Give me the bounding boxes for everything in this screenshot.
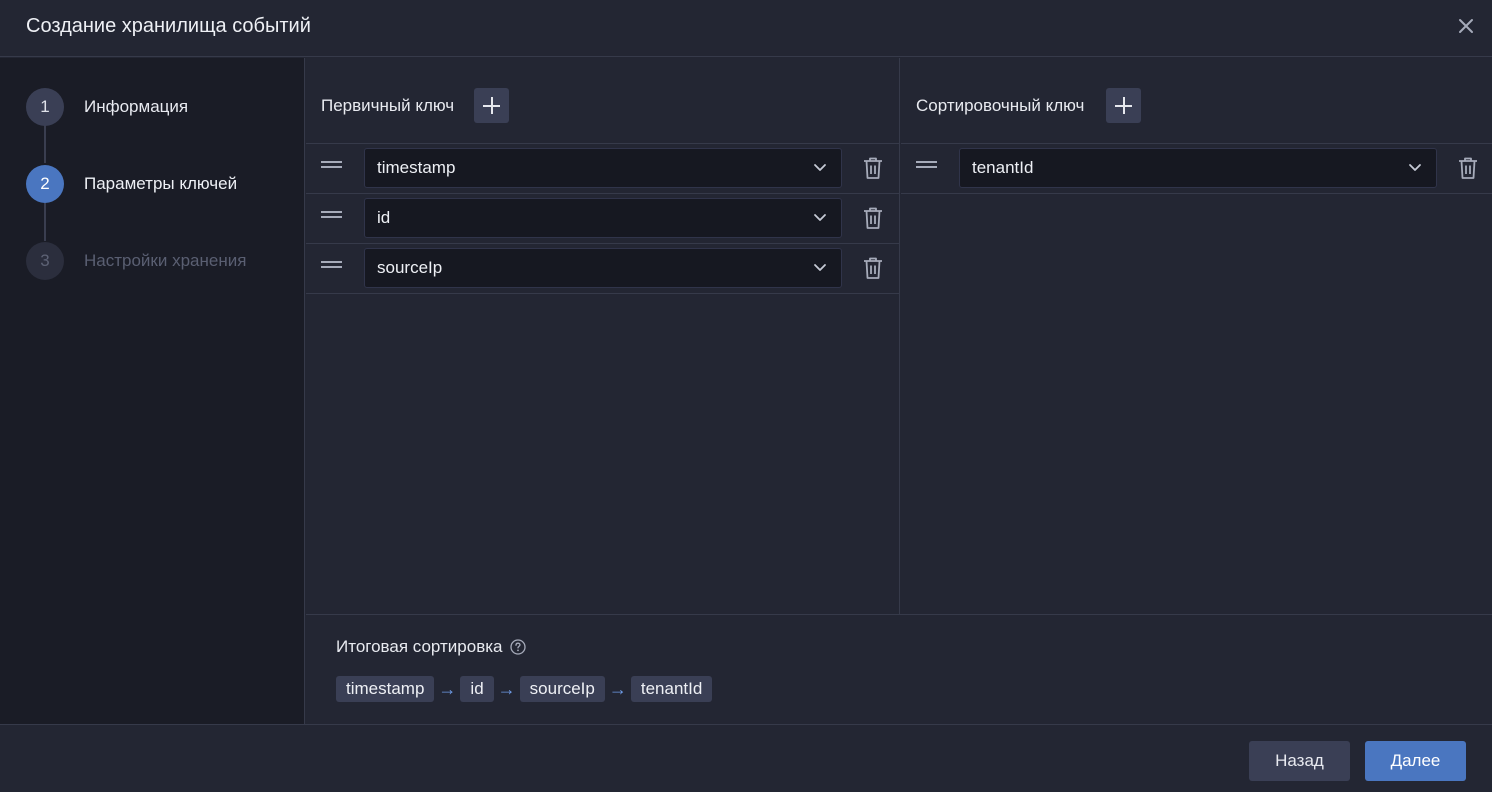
resulting-sort-title: Итоговая сортировка	[336, 637, 503, 656]
select-value: id	[377, 208, 391, 227]
sort-chip: id	[460, 676, 494, 702]
step-connector	[44, 125, 46, 163]
step-number: 3	[26, 242, 64, 280]
primary-key-row: id	[306, 194, 899, 244]
next-button[interactable]: Далее	[1365, 741, 1466, 781]
select-value: sourceIp	[377, 258, 443, 277]
dialog-title: Создание хранилища событий	[26, 15, 311, 37]
trash-icon[interactable]	[862, 206, 884, 230]
chevron-down-icon	[814, 264, 826, 271]
back-button[interactable]: Назад	[1249, 741, 1350, 781]
drag-handle-icon[interactable]	[321, 211, 342, 219]
primary-key-title: Первичный ключ	[321, 96, 455, 115]
drag-handle-icon[interactable]	[321, 161, 342, 169]
primary-key-column: Первичный ключ timestamp id sourceIp	[306, 58, 900, 614]
add-sort-key-button[interactable]	[1106, 88, 1141, 123]
trash-icon[interactable]	[862, 256, 884, 280]
help-icon[interactable]	[509, 639, 526, 655]
primary-key-select[interactable]: sourceIp	[364, 248, 842, 288]
resulting-sort-section: Итоговая сортировка timestamp → id → sou…	[306, 614, 1492, 724]
sort-key-header: Сортировочный ключ	[901, 58, 1492, 144]
step-information[interactable]: 1 Информация	[26, 87, 296, 127]
step-number: 1	[26, 88, 64, 126]
wizard-steps: 1 Информация 2 Параметры ключей 3 Настро…	[0, 58, 305, 724]
select-value: tenantId	[972, 158, 1034, 177]
arrow-right-icon: →	[438, 679, 457, 699]
sort-chip: tenantId	[630, 676, 713, 702]
sort-chain: timestamp → id → sourceIp → tenantId	[336, 676, 713, 702]
trash-icon[interactable]	[862, 156, 884, 180]
sort-key-title: Сортировочный ключ	[916, 96, 1085, 115]
sort-chip: timestamp	[336, 676, 435, 702]
resulting-sort-heading: Итоговая сортировка	[336, 637, 526, 657]
chevron-down-icon	[814, 214, 826, 221]
select-value: timestamp	[377, 158, 456, 177]
drag-handle-icon[interactable]	[321, 261, 342, 269]
step-label: Настройки хранения	[84, 251, 247, 270]
primary-key-header: Первичный ключ	[306, 58, 899, 144]
chevron-down-icon	[1409, 164, 1421, 171]
step-label: Информация	[84, 97, 189, 116]
main-panel: Первичный ключ timestamp id sourceIp Сор…	[306, 58, 1492, 724]
chevron-down-icon	[814, 164, 826, 171]
primary-key-select[interactable]: id	[364, 198, 842, 238]
step-number: 2	[26, 165, 64, 203]
dialog-header: Создание хранилища событий	[0, 0, 1492, 57]
sort-key-row: tenantId	[901, 144, 1492, 194]
primary-key-row: sourceIp	[306, 244, 899, 294]
sort-key-select[interactable]: tenantId	[959, 148, 1437, 188]
add-primary-key-button[interactable]	[474, 88, 509, 123]
primary-key-row: timestamp	[306, 144, 899, 194]
step-storage-settings: 3 Настройки хранения	[26, 241, 296, 281]
sort-key-column: Сортировочный ключ tenantId	[901, 58, 1492, 614]
step-label: Параметры ключей	[84, 174, 238, 193]
arrow-right-icon: →	[497, 679, 516, 699]
drag-handle-icon[interactable]	[916, 161, 937, 169]
sort-chip: sourceIp	[519, 676, 605, 702]
arrow-right-icon: →	[608, 679, 627, 699]
primary-key-select[interactable]: timestamp	[364, 148, 842, 188]
trash-icon[interactable]	[1457, 156, 1479, 180]
close-icon[interactable]	[1456, 16, 1476, 36]
dialog-footer: Назад Далее	[0, 724, 1492, 792]
step-connector	[44, 203, 46, 241]
step-key-parameters[interactable]: 2 Параметры ключей	[26, 164, 296, 204]
